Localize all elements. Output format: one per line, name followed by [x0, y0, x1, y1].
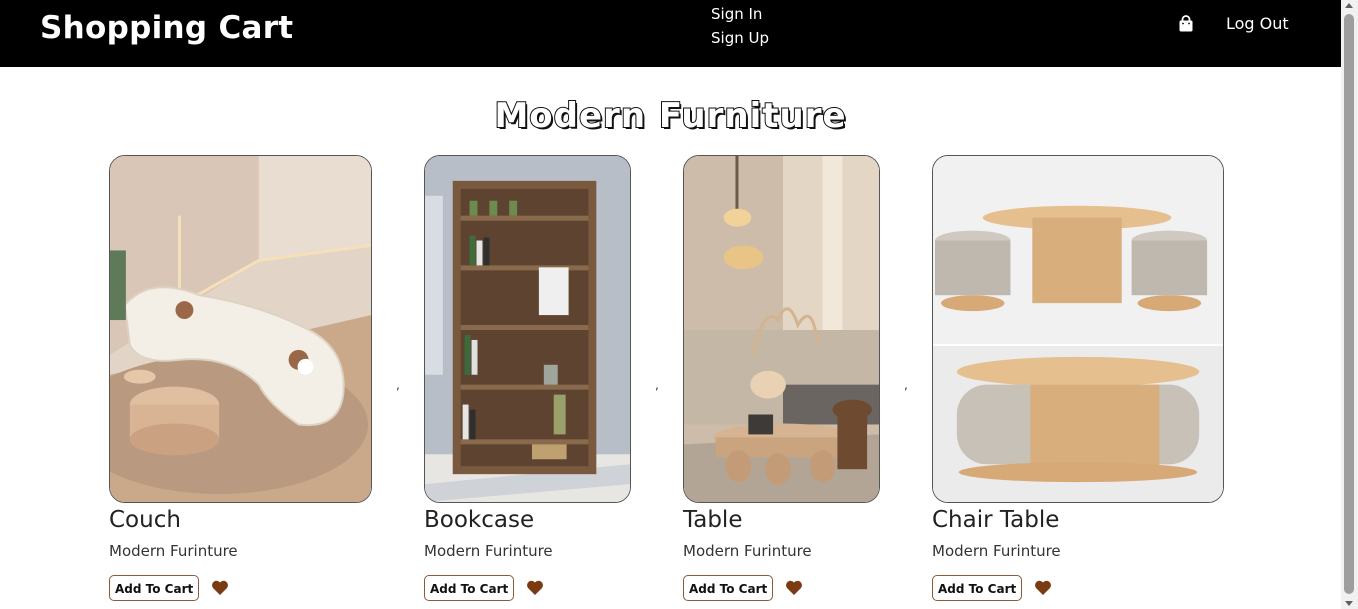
add-to-cart-button[interactable]: Add To Cart: [109, 575, 200, 601]
separator-comma: ,: [904, 378, 908, 392]
add-to-cart-button[interactable]: Add To Cart: [932, 575, 1023, 601]
heart-icon[interactable]: [1034, 580, 1052, 596]
separator-comma: ,: [396, 378, 400, 392]
add-to-cart-button[interactable]: Add To Cart: [424, 575, 515, 601]
heart-icon[interactable]: [526, 580, 544, 596]
product-name: Couch: [109, 507, 181, 533]
sign-up-link[interactable]: Sign Up: [711, 26, 769, 50]
product-actions: Add To Cart: [683, 575, 880, 601]
product-image-chair-table[interactable]: [932, 155, 1224, 503]
sign-in-link[interactable]: Sign In: [711, 2, 769, 26]
product-card: Couch Modern Furinture Add To Cart: [109, 155, 372, 601]
product-image-table[interactable]: [683, 155, 880, 503]
brand-title[interactable]: Shopping Cart: [40, 10, 293, 46]
product-image-bookcase[interactable]: [424, 155, 631, 503]
scroll-down-arrow-icon[interactable]: [1345, 601, 1353, 606]
heading-container: Modern Furniture: [0, 95, 1341, 137]
heart-icon[interactable]: [785, 580, 803, 596]
product-card: Chair Table Modern Furinture Add To Cart: [932, 155, 1224, 601]
heart-icon[interactable]: [211, 580, 229, 596]
add-to-cart-button[interactable]: Add To Cart: [683, 575, 774, 601]
product-category: Modern Furinture: [683, 542, 812, 560]
vertical-scrollbar[interactable]: [1341, 0, 1358, 609]
auth-links: Sign In Sign Up: [711, 2, 769, 50]
log-out-link[interactable]: Log Out: [1226, 14, 1289, 33]
product-image-couch[interactable]: [109, 155, 372, 503]
product-card: Bookcase Modern Furinture Add To Cart: [424, 155, 631, 601]
product-actions: Add To Cart: [932, 575, 1224, 601]
product-actions: Add To Cart: [424, 575, 631, 601]
product-category: Modern Furinture: [932, 542, 1061, 560]
product-card: Table Modern Furinture Add To Cart: [683, 155, 880, 601]
product-category: Modern Furinture: [109, 542, 238, 560]
shopping-bag-icon[interactable]: [1178, 15, 1194, 32]
scroll-up-arrow-icon[interactable]: [1345, 3, 1353, 8]
top-navbar: Shopping Cart Sign In Sign Up Log Out: [0, 0, 1341, 67]
product-name: Chair Table: [932, 507, 1060, 533]
product-name: Bookcase: [424, 507, 535, 533]
page-title: Modern Furniture: [493, 95, 847, 137]
product-actions: Add To Cart: [109, 575, 372, 601]
separator-comma: ,: [655, 378, 659, 392]
product-category: Modern Furinture: [424, 542, 553, 560]
product-name: Table: [683, 507, 743, 533]
scrollbar-thumb[interactable]: [1344, 14, 1354, 594]
